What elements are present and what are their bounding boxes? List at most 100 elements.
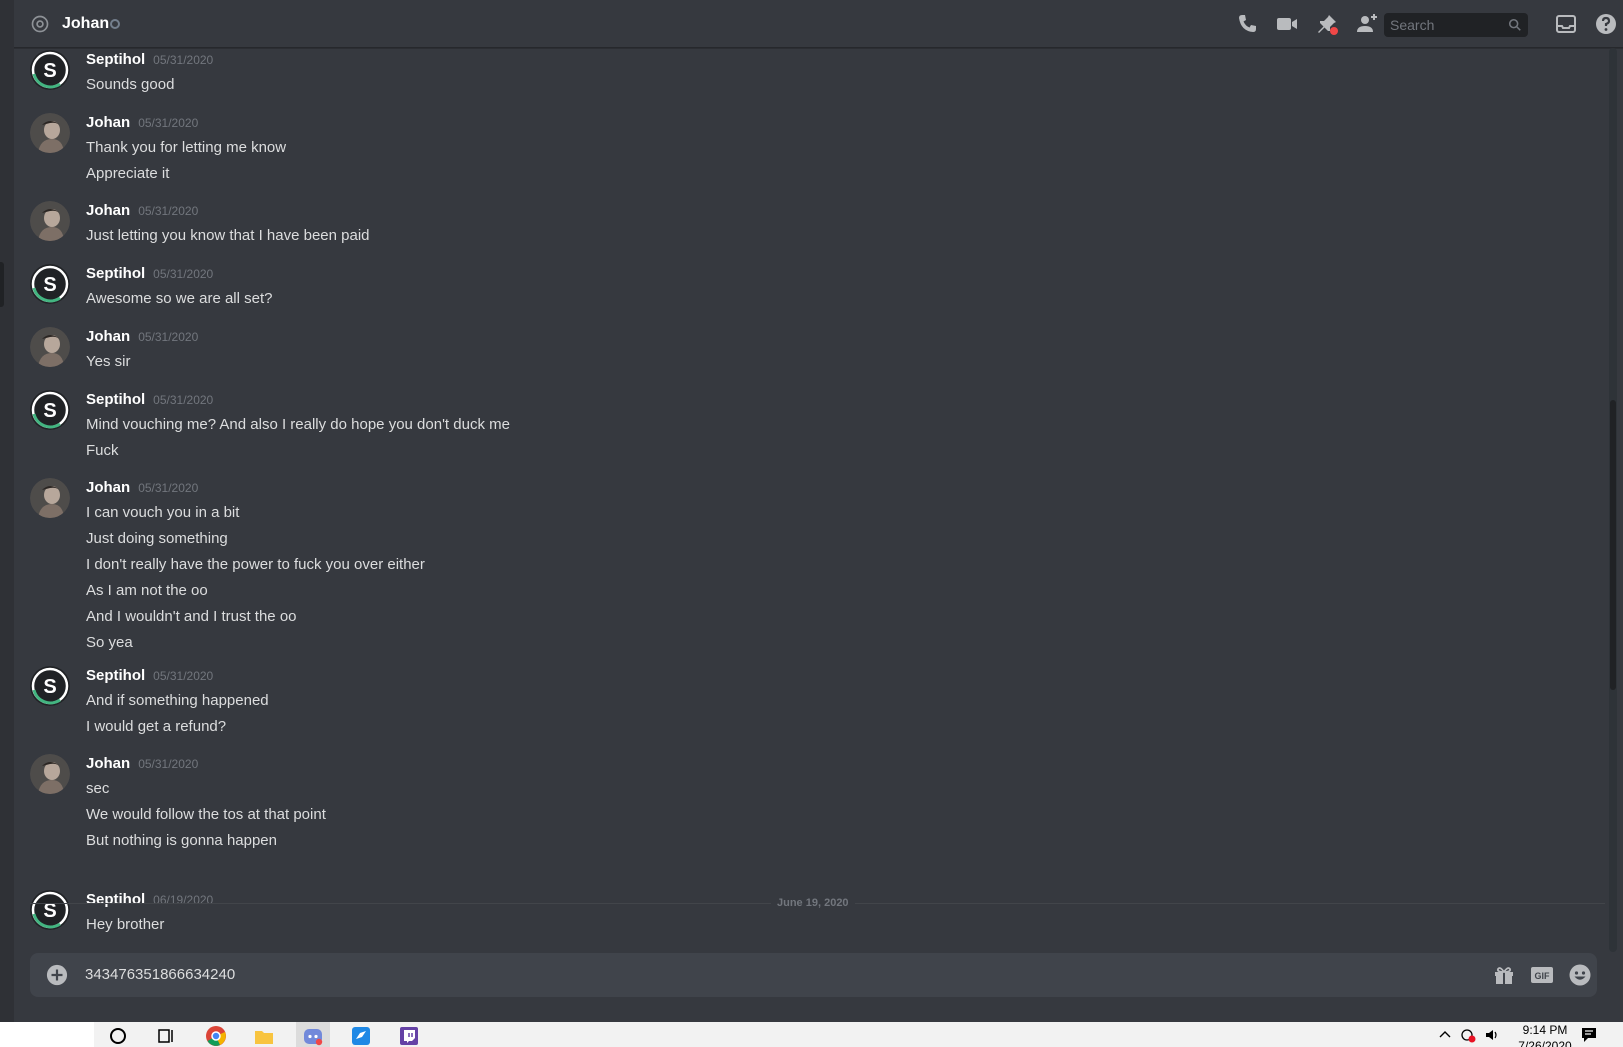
sidebar-indicator: [0, 262, 4, 307]
message-line: And I wouldn't and I trust the oo: [86, 608, 297, 625]
message-author[interactable]: Septihol 05/31/2020: [86, 264, 213, 284]
author-name[interactable]: Septihol: [86, 51, 145, 68]
search-box[interactable]: [1384, 13, 1528, 37]
message-line: We would follow the tos at that point: [86, 806, 326, 823]
upload-plus-icon[interactable]: [46, 964, 68, 986]
channel-title: Johan: [62, 15, 110, 32]
twitch-icon[interactable]: [398, 1025, 420, 1047]
message-timestamp: 05/31/2020: [138, 330, 199, 344]
app-icon[interactable]: [350, 1025, 372, 1047]
message-line: Mind vouching me? And also I really do h…: [86, 416, 510, 433]
status-indicator: [110, 19, 120, 29]
chevron-up-icon[interactable]: [1438, 1027, 1452, 1041]
message-content: sec We would follow the tos at that point…: [86, 776, 326, 854]
author-name[interactable]: Septihol: [86, 667, 145, 684]
message-list: S Septihol 05/31/2020 Sounds good Johan 05/31…: [14, 48, 1609, 956]
message-line: Sounds good: [86, 76, 175, 93]
septihol-avatar[interactable]: S: [30, 890, 70, 930]
message-line: Yes sir: [86, 353, 131, 370]
septihol-avatar[interactable]: S: [30, 390, 70, 430]
svg-text:S: S: [43, 676, 56, 698]
message-author[interactable]: Johan 05/31/2020: [86, 113, 198, 133]
author-name[interactable]: Septihol: [86, 391, 145, 408]
search-circle-icon[interactable]: [107, 1025, 129, 1047]
message-line: Just doing something: [86, 530, 228, 547]
chrome-icon[interactable]: [205, 1025, 227, 1047]
add-friends-to-dm-icon[interactable]: [1355, 12, 1379, 36]
message-line: And if something happened: [86, 692, 269, 709]
inbox-icon[interactable]: [1554, 12, 1578, 36]
pinned-messages-icon[interactable]: [1315, 12, 1339, 36]
search-input[interactable]: [1390, 13, 1500, 37]
task-view-icon[interactable]: [155, 1025, 177, 1047]
author-name[interactable]: Johan: [86, 114, 130, 131]
network-warning-icon[interactable]: [1460, 1027, 1476, 1043]
johan-avatar[interactable]: [30, 478, 70, 518]
author-name[interactable]: Septihol: [86, 891, 145, 908]
search-icon: [1508, 18, 1521, 31]
message-author[interactable]: Septihol 05/31/2020: [86, 50, 213, 70]
johan-avatar[interactable]: [30, 327, 70, 367]
message-timestamp: 05/31/2020: [138, 116, 199, 130]
message-timestamp: 05/31/2020: [138, 481, 199, 495]
message-timestamp: 05/31/2020: [138, 204, 199, 218]
notifications-icon[interactable]: [1580, 1026, 1598, 1044]
windows-taskbar: 9:14 PM 7/26/2020: [0, 1022, 1623, 1047]
message-timestamp: 06/19/2020: [153, 893, 214, 907]
author-name[interactable]: Septihol: [86, 265, 145, 282]
message-timestamp: 05/31/2020: [138, 757, 199, 771]
discord-icon[interactable]: [302, 1025, 324, 1047]
guild-sidebar-edge: [0, 0, 14, 1022]
message-author[interactable]: Johan 05/31/2020: [86, 754, 198, 774]
author-name[interactable]: Johan: [86, 755, 130, 772]
svg-text:S: S: [43, 400, 56, 422]
at-icon: [31, 15, 49, 33]
message-author[interactable]: Septihol 06/19/2020: [86, 890, 213, 910]
volume-icon[interactable]: [1484, 1027, 1500, 1043]
message-content: Sounds good: [86, 72, 174, 98]
johan-avatar[interactable]: [30, 113, 70, 153]
message-line: I don't really have the power to fuck yo…: [86, 556, 425, 573]
johan-avatar[interactable]: [30, 754, 70, 794]
message-line: Awesome so we are all set?: [86, 290, 273, 307]
start-voice-call-icon[interactable]: [1235, 12, 1259, 36]
gift-icon[interactable]: [1492, 963, 1516, 987]
message-timestamp: 05/31/2020: [153, 669, 214, 683]
author-name[interactable]: Johan: [86, 479, 130, 496]
message-author[interactable]: Johan 05/31/2020: [86, 327, 198, 347]
message-line: I would get a refund?: [86, 718, 227, 735]
message-timestamp: 05/31/2020: [153, 267, 214, 281]
taskbar-clock[interactable]: 9:14 PM 7/26/2020: [1510, 1022, 1580, 1047]
message-author[interactable]: Johan 05/31/2020: [86, 201, 198, 221]
message-author[interactable]: Johan 05/31/2020: [86, 478, 198, 498]
message-content: I can vouch you in a bit Just doing somet…: [86, 500, 425, 656]
gif-picker-icon[interactable]: GIF: [1530, 963, 1554, 987]
septihol-avatar[interactable]: S: [30, 50, 70, 90]
message-line: But nothing is gonna happen: [86, 832, 277, 849]
author-name[interactable]: Johan: [86, 328, 130, 345]
message-author[interactable]: Septihol 05/31/2020: [86, 390, 213, 410]
message-composer[interactable]: 343476351866634240 GIF: [30, 953, 1597, 997]
emoji-picker-icon[interactable]: [1568, 963, 1592, 987]
author-name[interactable]: Johan: [86, 202, 130, 219]
message-author[interactable]: Septihol 05/31/2020: [86, 666, 213, 686]
message-content: Thank you for letting me know Appreciate …: [86, 135, 286, 187]
message-content: Mind vouching me? And also I really do h…: [86, 412, 510, 464]
clock-date: 7/26/2020: [1518, 1039, 1572, 1047]
message-content: Yes sir: [86, 349, 130, 375]
help-icon[interactable]: [1594, 12, 1618, 36]
message-line: Appreciate it: [86, 165, 170, 182]
file-explorer-icon[interactable]: [253, 1025, 275, 1047]
scrollbar-thumb[interactable]: [1610, 400, 1616, 690]
septihol-avatar[interactable]: S: [30, 666, 70, 706]
johan-avatar[interactable]: [30, 201, 70, 241]
septihol-avatar[interactable]: S: [30, 264, 70, 304]
svg-text:S: S: [43, 274, 56, 296]
clock-time: 9:14 PM: [1522, 1023, 1568, 1037]
start-video-call-icon[interactable]: [1275, 12, 1299, 36]
message-content: Hey brother: [86, 912, 164, 938]
message-timestamp: 05/31/2020: [153, 393, 214, 407]
message-input[interactable]: 343476351866634240: [85, 965, 235, 985]
message-line: Just letting you know that I have been p…: [86, 227, 370, 244]
message-content: Awesome so we are all set?: [86, 286, 272, 312]
